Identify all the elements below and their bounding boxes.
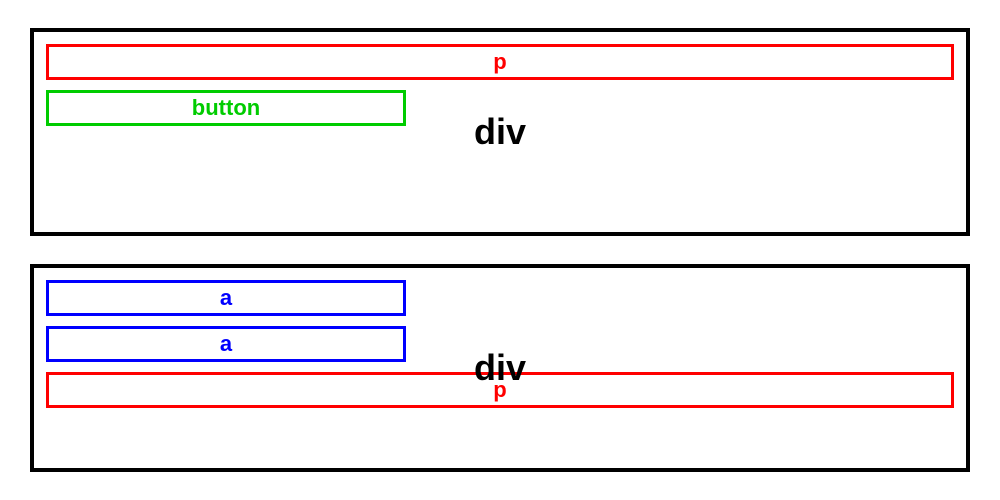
container-1-label: div [474, 111, 526, 153]
div-container-1: div p button [30, 28, 970, 236]
div-container-2: div a a p [30, 264, 970, 472]
a-element[interactable]: a [46, 326, 406, 362]
button-element[interactable]: button [46, 90, 406, 126]
p-element: p [46, 44, 954, 80]
p-label: p [493, 377, 506, 403]
button-label: button [192, 95, 260, 121]
a-label: a [220, 331, 232, 357]
p-element: p [46, 372, 954, 408]
a-element[interactable]: a [46, 280, 406, 316]
p-label: p [493, 49, 506, 75]
a-label: a [220, 285, 232, 311]
